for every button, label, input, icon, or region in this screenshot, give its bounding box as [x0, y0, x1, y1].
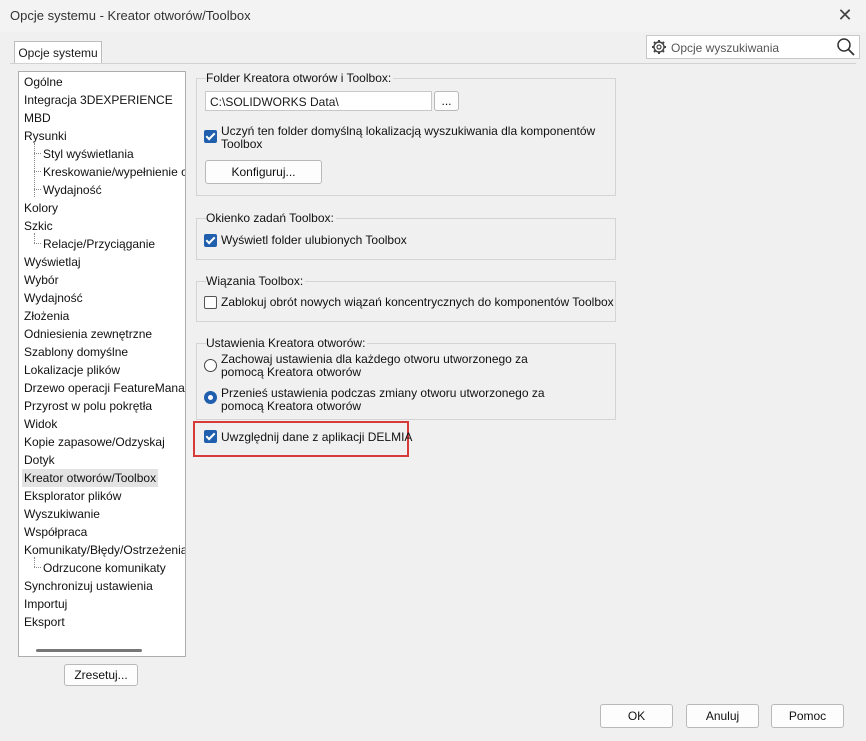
keep-settings-label: Zachowaj ustawienia dla każdego otworu u… — [221, 352, 528, 379]
window-title: Opcje systemu - Kreator otworów/Toolbox — [10, 8, 251, 23]
tree-guide-tick — [34, 171, 41, 172]
tree-item-synchronizuj[interactable]: Synchronizuj ustawienia — [24, 577, 153, 595]
configure-button[interactable]: Konfiguruj... — [205, 160, 322, 184]
tab-divider — [10, 63, 856, 64]
carry-settings-radio[interactable] — [204, 391, 217, 404]
tree-item-eksplorator[interactable]: Eksplorator plików — [24, 487, 121, 505]
default-search-label: Uczyń ten folder domyślną lokalizacją wy… — [221, 124, 596, 151]
group-folder-title: Folder Kreatora otworów i Toolbox: — [206, 71, 394, 85]
tree-item-wyszukiwanie[interactable]: Wyszukiwanie — [24, 505, 100, 523]
folder-path-input[interactable]: C:\SOLIDWORKS Data\ — [205, 91, 432, 111]
tree-item-wybor[interactable]: Wybór — [24, 271, 59, 289]
tree-item-szkic[interactable]: Szkic — [24, 217, 53, 235]
tree-item-lokalizacje[interactable]: Lokalizacje plików — [24, 361, 120, 379]
horizontal-scrollbar[interactable] — [36, 649, 142, 652]
tree-item-rysunki[interactable]: Rysunki — [24, 127, 67, 145]
ok-button[interactable]: OK — [600, 704, 673, 728]
help-button[interactable]: Pomoc — [771, 704, 844, 728]
tree-guide-tick — [34, 567, 41, 568]
lock-rotation-label: Zablokuj obrót nowych wiązań koncentrycz… — [221, 295, 614, 309]
tree-item-kreskowanie[interactable]: Kreskowanie/wypełnienie obszaru — [43, 163, 185, 181]
tree-item-mbd[interactable]: MBD — [24, 109, 51, 127]
delmia-checkbox[interactable] — [204, 430, 217, 443]
tree-item-importuj[interactable]: Importuj — [24, 595, 67, 613]
tree-item-przyrost[interactable]: Przyrost w polu pokrętła — [24, 397, 152, 415]
reset-button[interactable]: Zresetuj... — [64, 664, 138, 686]
group-hole-wizard-title: Ustawienia Kreatora otworów: — [206, 336, 368, 350]
search-input[interactable]: Opcje wyszukiwania — [646, 35, 860, 59]
tree-item-komunikaty[interactable]: Komunikaty/Błędy/Ostrzeżenia — [24, 541, 185, 559]
group-mates-title: Wiązania Toolbox: — [206, 274, 306, 288]
tree-item-ogolne[interactable]: Ogólne — [24, 73, 63, 91]
tree-item-szablony[interactable]: Szablony domyślne — [24, 343, 128, 361]
lock-rotation-checkbox[interactable] — [204, 296, 217, 309]
close-button[interactable]: ✕ — [830, 2, 860, 28]
tree-item-widok[interactable]: Widok — [24, 415, 57, 433]
close-icon: ✕ — [837, 4, 853, 25]
tree-item-eksport[interactable]: Eksport — [24, 613, 65, 631]
cancel-button[interactable]: Anuluj — [686, 704, 759, 728]
tree-item-kopie[interactable]: Kopie zapasowe/Odzyskaj — [24, 433, 165, 451]
carry-settings-label: Przenieś ustawienia podczas zmiany otwor… — [221, 386, 545, 413]
tree-item-odrzucone[interactable]: Odrzucone komunikaty — [43, 559, 166, 577]
tree-item-wyswietlaj[interactable]: Wyświetlaj — [24, 253, 81, 271]
tree-item-dotyk[interactable]: Dotyk — [24, 451, 55, 469]
favorites-checkbox[interactable] — [204, 234, 217, 247]
favorites-label: Wyświetl folder ulubionych Toolbox — [221, 233, 407, 247]
browse-button[interactable]: ... — [434, 91, 459, 111]
tree-item-zlozenia[interactable]: Złożenia — [24, 307, 69, 325]
tree-item-wydajnosc[interactable]: Wydajność — [24, 289, 83, 307]
tab-system-options[interactable]: Opcje systemu — [14, 41, 102, 64]
gear-icon[interactable] — [651, 39, 667, 55]
tree-guide-tick — [34, 189, 41, 190]
search-placeholder: Opcje wyszukiwania — [671, 41, 780, 55]
tree-item-wspolpraca[interactable]: Współpraca — [24, 523, 87, 541]
default-search-checkbox[interactable] — [204, 130, 217, 143]
tree-item-wydajnosc-rysunki[interactable]: Wydajność — [43, 181, 102, 199]
tree-item-3dexperience[interactable]: Integracja 3DEXPERIENCE — [24, 91, 173, 109]
tree-item-odniesienia[interactable]: Odniesienia zewnętrzne — [24, 325, 152, 343]
title-bar: Opcje systemu - Kreator otworów/Toolbox … — [0, 0, 866, 32]
keep-settings-radio[interactable] — [204, 359, 217, 372]
tree-item-styl-wyswietlania[interactable]: Styl wyświetlania — [43, 145, 134, 163]
tree-item-featuremanager[interactable]: Drzewo operacji FeatureManager — [24, 379, 185, 397]
tree-item-kolory[interactable]: Kolory — [24, 199, 58, 217]
delmia-label: Uwzględnij dane z aplikacji DELMIA — [221, 430, 413, 444]
tree-guide-tick — [34, 153, 41, 154]
group-taskpane-title: Okienko zadań Toolbox: — [206, 211, 336, 225]
tree-item-kreator-otworow[interactable]: Kreator otworów/Toolbox — [22, 469, 159, 487]
tree-guide-tick — [34, 243, 41, 244]
tree-item-relacje[interactable]: Relacje/Przyciąganie — [43, 235, 155, 253]
options-tree[interactable]: Ogólne Integracja 3DEXPERIENCE MBD Rysun… — [18, 71, 186, 657]
search-icon[interactable] — [836, 37, 856, 57]
